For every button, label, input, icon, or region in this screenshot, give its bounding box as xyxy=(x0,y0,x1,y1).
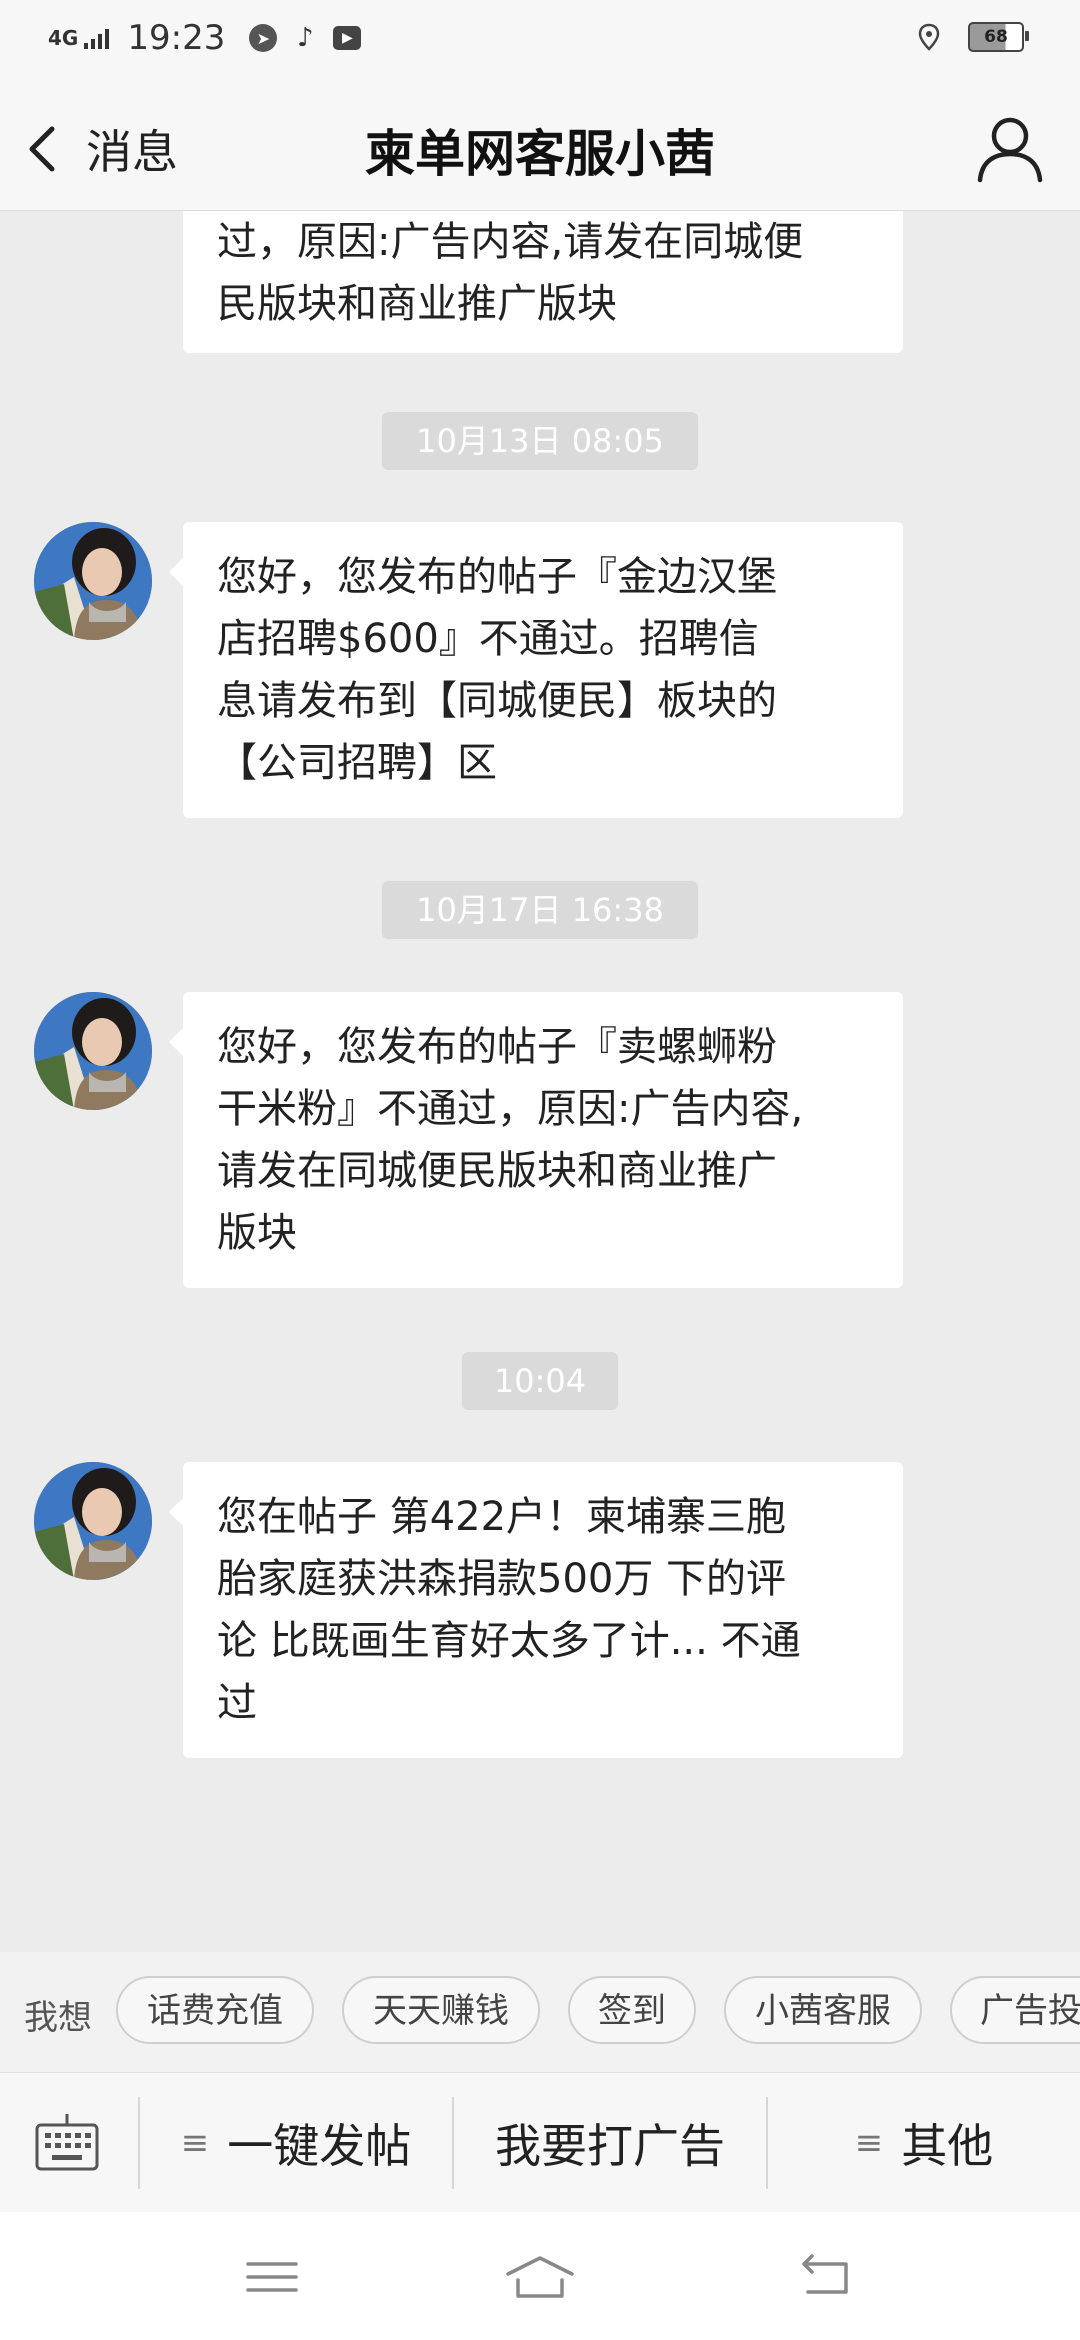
message-line: 干米粉』不通过，原因:广告内容, xyxy=(217,1086,804,1132)
message-bubble: 您好，您发布的帖子『卖螺蛳粉 干米粉』不通过，原因:广告内容, 请发在同城便民版… xyxy=(169,992,903,1288)
menu-label: 我要打广告 xyxy=(495,2119,725,2173)
message-bubble: 您在帖子 第422户！柬埔寨三胞 胎家庭获洪森捐款500万 下的评 论 比既画生… xyxy=(169,1462,903,1758)
menu-label: 一键发帖 xyxy=(227,2119,412,2173)
message-line: 过，原因:广告内容,请发在同城便 xyxy=(217,219,804,265)
message-line: 民版块和商业推广版块 xyxy=(217,281,617,327)
message-line: 您在帖子 第422户！柬埔寨三胞 xyxy=(217,1494,787,1540)
hamburger-icon: ≡ xyxy=(180,2123,210,2163)
timestamp: 10:04 xyxy=(462,1352,618,1410)
chip-earn-money[interactable]: 天天赚钱 xyxy=(342,1976,540,2044)
network-indicator: 4G xyxy=(48,26,79,50)
tiktok-icon: ♪ xyxy=(297,23,314,53)
chip-checkin[interactable]: 签到 xyxy=(568,1976,696,2044)
chip-recharge[interactable]: 话费充值 xyxy=(116,1976,314,2044)
avatar-image xyxy=(34,522,152,640)
avatar[interactable] xyxy=(34,522,152,640)
back-label: 消息 xyxy=(86,125,178,179)
menu-other[interactable]: ≡ 其他 xyxy=(768,2073,1080,2213)
quick-reply-bar: 我想 话费充值 天天赚钱 签到 小茜客服 广告投 xyxy=(0,1952,1080,2072)
return-icon[interactable] xyxy=(796,2252,856,2302)
chip-customer-service[interactable]: 小茜客服 xyxy=(724,1976,922,2044)
status-bar: 4G 19:23 ➤ ♪ ▶ 68 xyxy=(0,0,1080,84)
message-list[interactable]: 过，原因:广告内容,请发在同城便 民版块和商业推广版块 10月13日 08:05… xyxy=(0,211,1080,1951)
avatar-image xyxy=(34,1462,152,1580)
quick-reply-label: 我想 xyxy=(24,1998,92,2038)
avatar[interactable] xyxy=(34,1462,152,1580)
message-line: 店招聘$600』不通过。招聘信 xyxy=(217,616,759,662)
chevron-left-icon xyxy=(29,126,55,172)
menu-label: 其他 xyxy=(901,2119,994,2173)
menu-quick-post[interactable]: ≡ 一键发帖 xyxy=(140,2073,452,2213)
page-title: 柬单网客服小茜 xyxy=(365,125,715,183)
message-bubble: 过，原因:广告内容,请发在同城便 民版块和商业推广版块 xyxy=(183,211,903,353)
hamburger-icon: ≡ xyxy=(854,2123,884,2163)
location-icon xyxy=(918,23,940,51)
message-line: 【公司招聘】区 xyxy=(217,740,497,786)
message-line: 胎家庭获洪森捐款500万 下的评 xyxy=(217,1556,787,1602)
keyboard-icon[interactable] xyxy=(34,2111,100,2177)
bottom-menu: ≡ 一键发帖 我要打广告 ≡ 其他 xyxy=(0,2072,1080,2213)
person-icon[interactable] xyxy=(970,108,1050,188)
recent-apps-button[interactable] xyxy=(242,2252,302,2302)
message-line: 您好，您发布的帖子『金边汉堡 xyxy=(217,554,777,600)
battery-level: 68 xyxy=(984,27,1008,47)
message-line: 过 xyxy=(217,1680,257,1726)
timestamp: 10月13日 08:05 xyxy=(382,412,698,470)
avatar-image xyxy=(34,992,152,1110)
timestamp: 10月17日 16:38 xyxy=(382,881,698,939)
status-right: 68 xyxy=(918,22,1029,52)
message-line: 息请发布到【同城便民】板块的 xyxy=(217,678,777,724)
home-icon[interactable] xyxy=(504,2252,576,2302)
message-line: 您好，您发布的帖子『卖螺蛳粉 xyxy=(217,1024,777,1070)
message-line: 版块 xyxy=(217,1210,297,1256)
message-line: 请发在同城便民版块和商业推广 xyxy=(217,1148,777,1194)
clock: 19:23 xyxy=(127,18,226,58)
youtube-icon: ▶ xyxy=(333,26,362,50)
chat-header: 消息 柬单网客服小茜 xyxy=(0,84,1080,211)
avatar[interactable] xyxy=(34,992,152,1110)
system-nav-bar xyxy=(0,2212,1080,2340)
message-line: 论 比既画生育好太多了计... 不通 xyxy=(217,1618,801,1664)
menu-advertise[interactable]: 我要打广告 xyxy=(454,2073,766,2213)
signal-icon xyxy=(84,27,110,49)
telegram-icon: ➤ xyxy=(249,24,278,52)
status-left: 4G 19:23 ➤ ♪ ▶ xyxy=(48,18,362,58)
battery-icon: 68 xyxy=(968,22,1029,52)
back-button[interactable]: 消息 xyxy=(22,116,178,182)
message-bubble: 您好，您发布的帖子『金边汉堡 店招聘$600』不通过。招聘信 息请发布到【同城便… xyxy=(169,522,903,818)
chip-advertising[interactable]: 广告投 xyxy=(950,1976,1080,2044)
